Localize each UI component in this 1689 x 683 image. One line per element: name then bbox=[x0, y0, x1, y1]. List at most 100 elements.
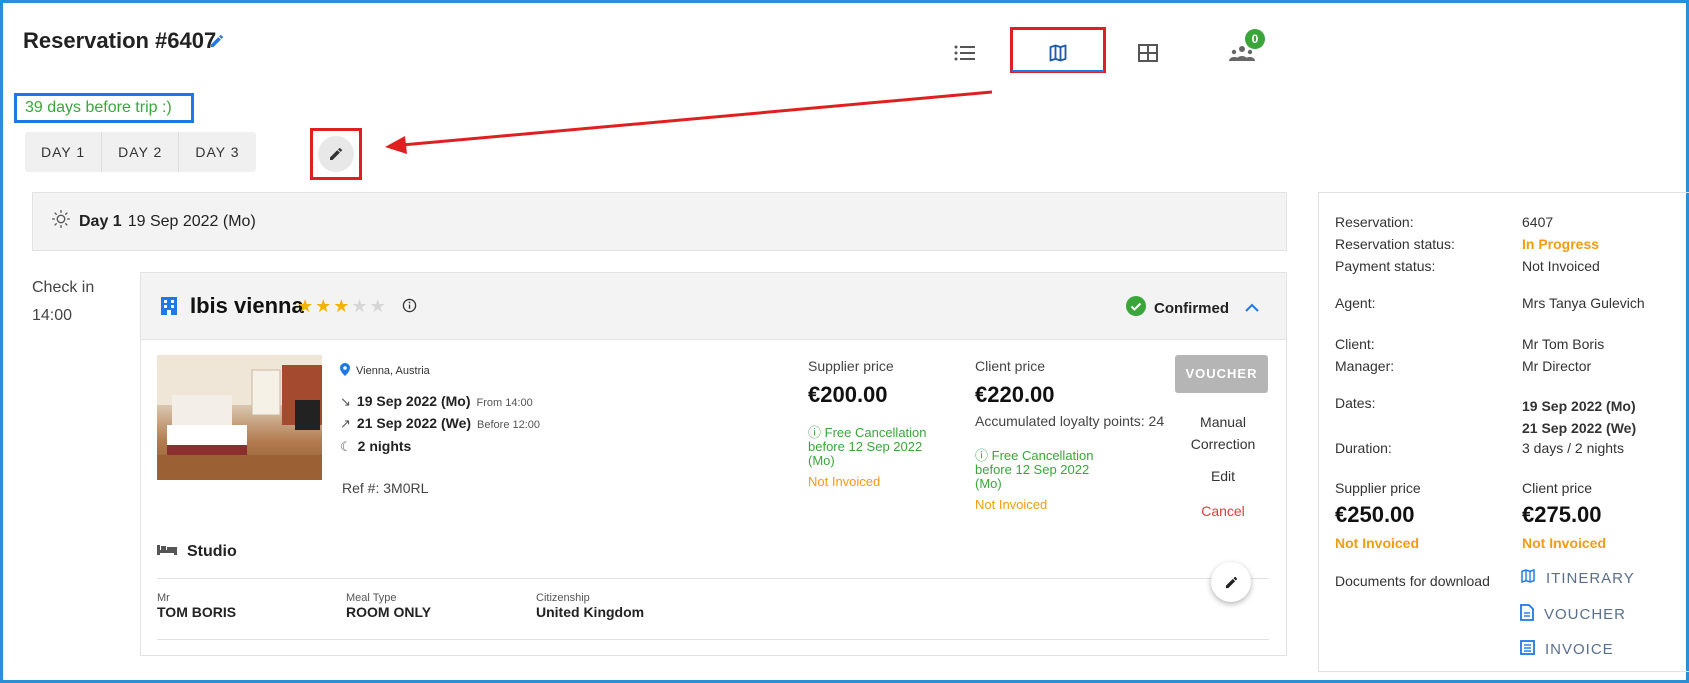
voucher-button[interactable]: VOUCHER bbox=[1175, 355, 1268, 393]
hotel-building-icon bbox=[160, 296, 178, 321]
star-icon: ★ bbox=[315, 296, 334, 316]
map-view-icon[interactable] bbox=[1040, 36, 1076, 70]
summary-status-labels: Reservation: Reservation status: Payment… bbox=[1335, 211, 1455, 277]
day-label: Day 1 bbox=[79, 212, 122, 230]
supplier-cancellation: ⓘ Free Cancellation before 12 Sep 2022 (… bbox=[808, 426, 948, 468]
duration-value: 3 days / 2 nights bbox=[1522, 440, 1624, 456]
edit-room-button[interactable] bbox=[1211, 562, 1251, 602]
summary-supplier-value: €250.00 bbox=[1335, 502, 1415, 527]
client-label: Client: bbox=[1335, 336, 1375, 352]
duration-label: Duration: bbox=[1335, 440, 1392, 456]
checkout-arrow-icon: ↗ bbox=[340, 416, 351, 431]
day-header: Day 1 19 Sep 2022 (Mo) bbox=[32, 192, 1287, 251]
chevron-up-icon[interactable] bbox=[1245, 300, 1259, 317]
supplier-price-value: €200.00 bbox=[808, 382, 888, 407]
invoice-icon bbox=[1520, 640, 1535, 659]
star-icon: ★ bbox=[333, 296, 352, 316]
edit-days-button[interactable] bbox=[310, 128, 362, 180]
summary-client-price-value: €275.00 bbox=[1522, 502, 1602, 527]
checkin-row: ↘ 19 Sep 2022 (Mo) From 14:00 bbox=[340, 393, 533, 410]
list-view-icon[interactable] bbox=[950, 36, 980, 70]
reservation-status-value: In Progress bbox=[1522, 236, 1600, 252]
divider bbox=[157, 639, 1269, 640]
annotation-arrow bbox=[385, 90, 993, 154]
checkin-note: From 14:00 bbox=[476, 397, 533, 409]
summary-supplier-invoice: Not Invoiced bbox=[1335, 535, 1420, 551]
citizenship-info: Citizenship United Kingdom bbox=[536, 592, 644, 620]
hotel-name: Ibis vienna bbox=[190, 293, 304, 318]
date-to: 21 Sep 2022 (We) bbox=[1522, 420, 1637, 436]
guest-info: Mr TOM BORIS bbox=[157, 592, 236, 620]
voucher-download[interactable]: VOUCHER bbox=[1520, 604, 1626, 625]
people-count-badge: 0 bbox=[1245, 29, 1265, 49]
summary-client-price-label: Client price bbox=[1522, 480, 1593, 496]
tab-day-3[interactable]: DAY 3 bbox=[179, 132, 255, 172]
manager-value: Mr Director bbox=[1522, 358, 1592, 374]
loyalty-points: Accumulated loyalty points: 24 bbox=[975, 413, 1165, 429]
check-in-label: Check in bbox=[32, 279, 95, 296]
nights-row: ☾ 2 nights bbox=[340, 438, 411, 455]
page-title: Reservation #6407 bbox=[23, 28, 217, 53]
reservation-number: 6407 bbox=[1522, 214, 1554, 230]
room-type: Studio bbox=[187, 542, 237, 560]
supplier-cancellation-text: Free Cancellation before 12 Sep 2022 (Mo… bbox=[808, 425, 927, 468]
table-view-icon[interactable] bbox=[1133, 36, 1163, 70]
guest-name: TOM BORIS bbox=[157, 604, 237, 620]
client-price-label: Client price bbox=[975, 358, 1046, 374]
cancel-link[interactable]: Cancel bbox=[1180, 503, 1266, 519]
divider bbox=[157, 578, 1269, 579]
edit-link[interactable]: Edit bbox=[1180, 468, 1266, 484]
citizenship-label: Citizenship bbox=[536, 592, 590, 604]
checkout-row: ↗ 21 Sep 2022 (We) Before 12:00 bbox=[340, 415, 540, 432]
check-circle-icon bbox=[1126, 296, 1146, 320]
tab-day-1[interactable]: DAY 1 bbox=[25, 132, 103, 172]
reservation-status-label: Reservation status: bbox=[1335, 236, 1455, 252]
itinerary-label: ITINERARY bbox=[1546, 569, 1635, 587]
citizenship-value: United Kingdom bbox=[536, 604, 645, 620]
client-manager-labels: Client: Manager: bbox=[1335, 333, 1394, 377]
supplier-invoice-status: Not Invoiced bbox=[808, 474, 881, 489]
document-icon bbox=[1520, 604, 1534, 625]
client-price-value: €220.00 bbox=[975, 382, 1055, 407]
sun-icon bbox=[51, 209, 71, 234]
star-icon: ★ bbox=[351, 296, 370, 316]
itinerary-download[interactable]: ITINERARY bbox=[1520, 568, 1635, 588]
summary-client-invoice: Not Invoiced bbox=[1522, 535, 1607, 551]
location-pin-icon bbox=[340, 363, 350, 379]
edit-pencil-icon bbox=[318, 136, 354, 172]
tab-day-2[interactable]: DAY 2 bbox=[102, 132, 180, 172]
agent-label: Agent: bbox=[1335, 295, 1376, 311]
confirmed-status[interactable]: Confirmed bbox=[1126, 296, 1259, 320]
edit-title-icon[interactable] bbox=[209, 33, 225, 54]
manual-correction-link[interactable]: Manual Correction bbox=[1180, 411, 1266, 455]
summary-supplier-label: Supplier price bbox=[1335, 480, 1421, 496]
voucher-label: VOUCHER bbox=[1544, 606, 1627, 623]
dates-label: Dates: bbox=[1335, 395, 1376, 411]
meal-info: Meal Type ROOM ONLY bbox=[346, 592, 431, 620]
reservation-label: Reservation: bbox=[1335, 214, 1414, 230]
hotel-stars: ★★★★★ bbox=[297, 296, 388, 317]
location-row: Vienna, Austria bbox=[340, 363, 430, 379]
client-cancellation-text: Free Cancellation before 12 Sep 2022 (Mo… bbox=[975, 448, 1094, 491]
check-in-time: 14:00 bbox=[32, 307, 73, 324]
meal-type-label: Meal Type bbox=[346, 592, 397, 604]
dates-values: 19 Sep 2022 (Mo) 21 Sep 2022 (We) bbox=[1522, 395, 1636, 439]
invoice-label: INVOICE bbox=[1545, 641, 1614, 658]
star-icon: ★ bbox=[369, 296, 388, 316]
client-cancellation: ⓘ Free Cancellation before 12 Sep 2022 (… bbox=[975, 449, 1115, 491]
days-before-trip: 39 days before trip :) bbox=[14, 93, 194, 123]
star-icon: ★ bbox=[297, 296, 316, 316]
guest-title: Mr bbox=[157, 592, 170, 604]
invoice-download[interactable]: INVOICE bbox=[1520, 640, 1614, 659]
summary-status-values: 6407 In Progress Not Invoiced bbox=[1522, 211, 1600, 277]
bed-icon bbox=[157, 542, 177, 561]
payment-status-value: Not Invoiced bbox=[1522, 258, 1600, 274]
client-invoice-status: Not Invoiced bbox=[975, 497, 1048, 512]
info-icon[interactable] bbox=[402, 298, 417, 318]
info-circle-icon: ⓘ bbox=[975, 448, 992, 463]
reference-number: Ref #: 3M0RL bbox=[342, 480, 429, 496]
meal-type-value: ROOM ONLY bbox=[346, 604, 432, 620]
map-view-active-indicator bbox=[1012, 70, 1104, 72]
check-in-block: Check in 14:00 bbox=[32, 274, 94, 330]
day-tabs: DAY 1 DAY 2 DAY 3 bbox=[25, 132, 256, 172]
